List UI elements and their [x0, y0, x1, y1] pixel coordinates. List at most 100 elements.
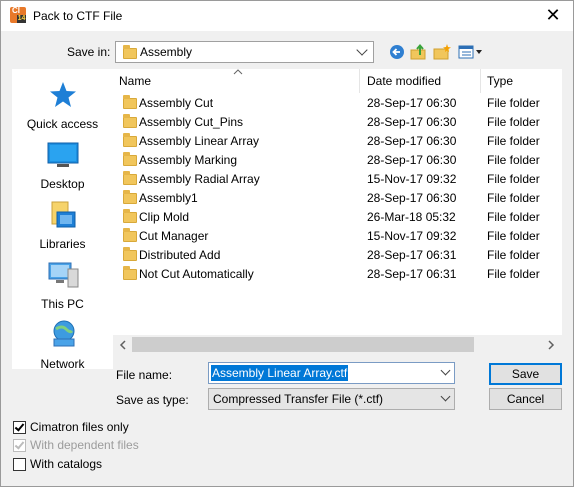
file-row[interactable]: Assembly Marking 28-Sep-17 06:30 File fo…: [113, 151, 562, 170]
column-divider[interactable]: [359, 69, 360, 93]
app-icon-text: CI: [12, 6, 20, 15]
file-name: Assembly Marking: [139, 153, 238, 167]
cancel-button[interactable]: Cancel: [489, 388, 562, 410]
file-row[interactable]: Cut Manager 15-Nov-17 09:32 File folder: [113, 227, 562, 246]
save-as-type-value: Compressed Transfer File (*.ctf): [213, 392, 384, 406]
folder-icon: [123, 228, 137, 242]
file-row[interactable]: Assembly Radial Array 15-Nov-17 09:32 Fi…: [113, 170, 562, 189]
place-label: This PC: [41, 297, 84, 311]
file-list: Name Date modified Type Assembly Cut 28-…: [113, 69, 562, 354]
save-as-type-select[interactable]: Compressed Transfer File (*.ctf): [208, 388, 455, 410]
up-folder-icon: [410, 43, 426, 60]
with-catalogs-checkbox[interactable]: [13, 458, 26, 471]
desktop-icon: [47, 142, 79, 167]
column-header-name[interactable]: Name: [113, 69, 359, 93]
place-network[interactable]: Network: [12, 317, 113, 377]
column-header-type[interactable]: Type: [481, 69, 562, 93]
file-row[interactable]: Assembly Cut 28-Sep-17 06:30 File folder: [113, 94, 562, 113]
with-dependent-files-label: With dependent files: [30, 438, 139, 452]
checkmark-icon: [14, 439, 25, 450]
file-row[interactable]: Assembly Linear Array 28-Sep-17 06:30 Fi…: [113, 132, 562, 151]
file-type: File folder: [487, 153, 540, 167]
back-icon: [390, 45, 404, 59]
app-icon-version: 14: [17, 15, 26, 23]
file-date: 28-Sep-17 06:30: [367, 115, 457, 129]
checkmark-icon: [14, 421, 25, 432]
file-type: File folder: [487, 191, 540, 205]
libraries-icon: [51, 201, 76, 228]
chevron-down-icon[interactable]: [440, 365, 451, 376]
file-row[interactable]: Assembly1 28-Sep-17 06:30 File folder: [113, 189, 562, 208]
view-menu-button[interactable]: [457, 43, 485, 61]
file-name: Assembly Cut_Pins: [139, 115, 244, 129]
folder-icon: [123, 133, 137, 147]
place-label: Desktop: [40, 177, 85, 191]
folder-icon: [123, 247, 137, 261]
horizontal-scrollbar[interactable]: [113, 335, 562, 354]
folder-icon: [123, 45, 137, 59]
up-folder-button[interactable]: [409, 43, 429, 61]
file-date: 28-Sep-17 06:30: [367, 191, 457, 205]
place-this-pc[interactable]: This PC: [12, 257, 113, 317]
folder-icon: [123, 190, 137, 204]
file-date: 28-Sep-17 06:30: [367, 134, 457, 148]
cimatron-app-icon: CI 14: [10, 7, 26, 23]
folder-icon: [123, 266, 137, 280]
computer-icon: [48, 262, 79, 288]
cimatron-files-only-checkbox[interactable]: [13, 421, 26, 434]
place-libraries[interactable]: Libraries: [12, 197, 113, 257]
file-name-label: File name:: [116, 368, 173, 382]
file-name: Assembly Radial Array: [139, 172, 260, 186]
save-in-label: Save in:: [67, 45, 111, 59]
chevron-down-icon: [440, 391, 451, 402]
file-name: Assembly Cut: [139, 96, 214, 110]
folder-icon: [123, 95, 137, 109]
file-row[interactable]: Not Cut Automatically 28-Sep-17 06:31 Fi…: [113, 265, 562, 284]
file-name: Not Cut Automatically: [139, 267, 254, 281]
chevron-down-icon: [356, 44, 368, 56]
back-button[interactable]: [387, 43, 407, 61]
star-icon: [50, 82, 76, 107]
file-date: 15-Nov-17 09:32: [367, 229, 457, 243]
file-name: Assembly Linear Array: [139, 134, 260, 148]
place-label: Network: [40, 357, 85, 371]
view-menu-icon: [458, 45, 482, 59]
file-name: Assembly1: [139, 191, 198, 205]
file-row[interactable]: Clip Mold 26-Mar-18 05:32 File folder: [113, 208, 562, 227]
new-folder-icon: [433, 44, 451, 60]
file-date: 28-Sep-17 06:31: [367, 267, 457, 281]
file-name-input[interactable]: Assembly Linear Array.ctf: [208, 362, 455, 384]
save-in-value: Assembly: [140, 45, 193, 59]
new-folder-button[interactable]: [432, 43, 452, 61]
file-date: 28-Sep-17 06:30: [367, 96, 457, 110]
save-button[interactable]: Save: [489, 363, 562, 385]
with-dependent-files-checkbox: [13, 439, 26, 452]
with-catalogs-label: With catalogs: [30, 457, 103, 471]
file-date: 26-Mar-18 05:32: [367, 210, 456, 224]
file-name-value: Assembly Linear Array.ctf: [211, 365, 349, 381]
folder-icon: [123, 171, 137, 185]
close-button[interactable]: ✕: [539, 3, 567, 29]
place-label: Quick access: [26, 117, 99, 131]
cimatron-files-only-label: Cimatron files only: [30, 420, 129, 434]
file-name: Clip Mold: [139, 210, 190, 224]
scrollbar-thumb[interactable]: [132, 337, 474, 352]
file-row[interactable]: Distributed Add 28-Sep-17 06:31 File fol…: [113, 246, 562, 265]
pack-to-ctf-dialog: CI 14 Pack to CTF File ✕ Save in: Assemb…: [0, 0, 574, 487]
place-desktop[interactable]: Desktop: [12, 137, 113, 197]
place-label: Libraries: [39, 237, 86, 251]
folder-icon: [123, 152, 137, 166]
column-header-date[interactable]: Date modified: [361, 69, 481, 93]
save-as-type-label: Save as type:: [116, 393, 189, 407]
file-date: 28-Sep-17 06:31: [367, 248, 457, 262]
file-type: File folder: [487, 172, 540, 186]
file-type: File folder: [487, 248, 540, 262]
place-quick-access[interactable]: Quick access: [12, 77, 113, 137]
save-in-combo[interactable]: Assembly: [115, 41, 374, 63]
network-icon: [53, 320, 75, 347]
window-title: Pack to CTF File: [33, 9, 123, 23]
file-row[interactable]: Assembly Cut_Pins 28-Sep-17 06:30 File f…: [113, 113, 562, 132]
file-date: 15-Nov-17 09:32: [367, 172, 457, 186]
scroll-left-icon[interactable]: [118, 340, 128, 350]
scroll-right-icon[interactable]: [546, 340, 556, 350]
